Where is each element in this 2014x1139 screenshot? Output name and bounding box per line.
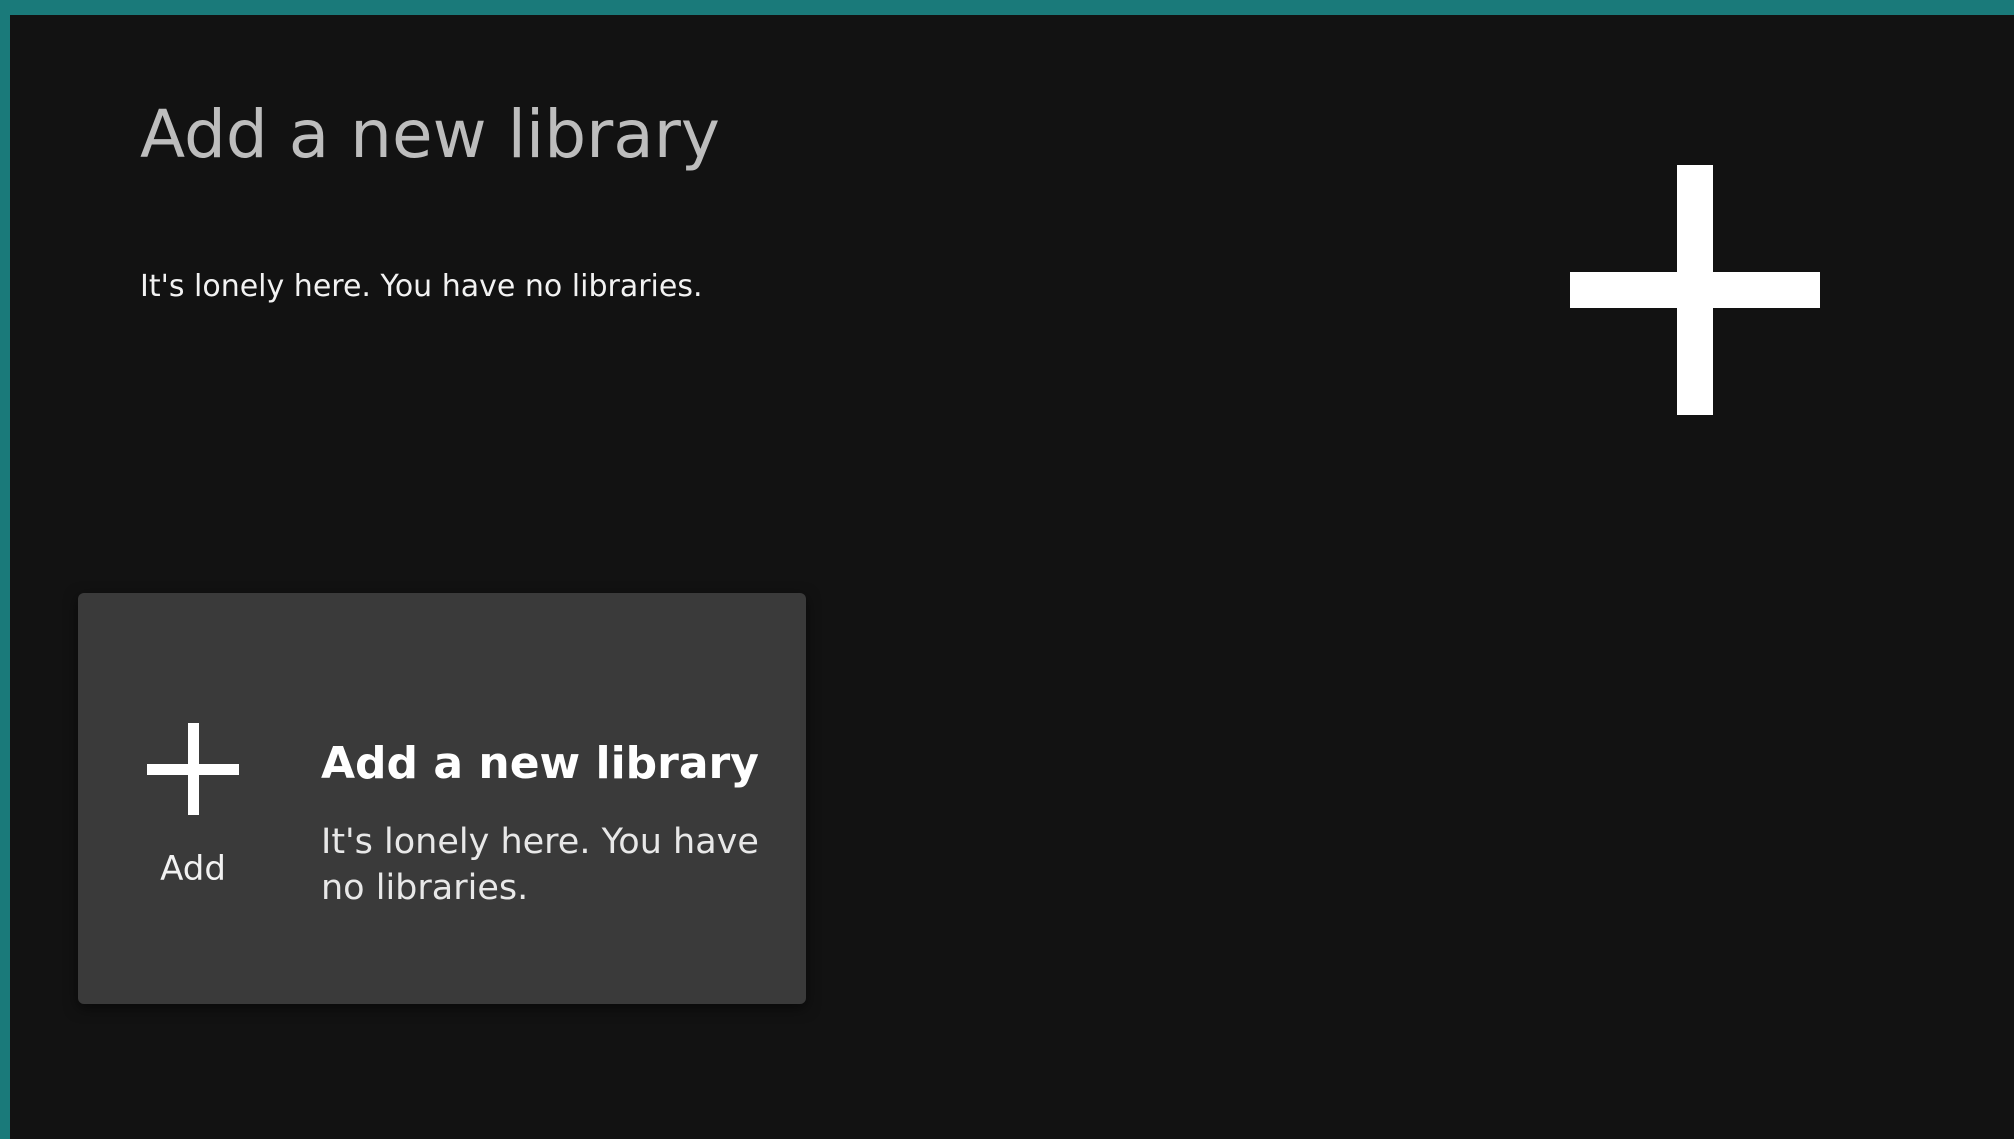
page-title: Add a new library xyxy=(140,96,720,173)
plus-icon xyxy=(147,723,239,815)
plus-icon xyxy=(1570,165,1820,415)
plus-icon-horizontal-bar xyxy=(1570,272,1820,308)
plus-icon-horizontal-bar xyxy=(147,764,239,775)
library-screen: Add a new library It's lonely here. You … xyxy=(10,15,2014,1139)
card-description: It's lonely here. You have no libraries. xyxy=(321,822,759,908)
add-library-card[interactable]: Add Add a new library It's lonely here. … xyxy=(78,593,806,1004)
add-library-action[interactable]: Add xyxy=(138,723,248,903)
empty-state-message: It's lonely here. You have no libraries. xyxy=(140,269,703,304)
add-label: Add xyxy=(160,849,226,889)
card-title: Add a new library xyxy=(321,738,759,789)
